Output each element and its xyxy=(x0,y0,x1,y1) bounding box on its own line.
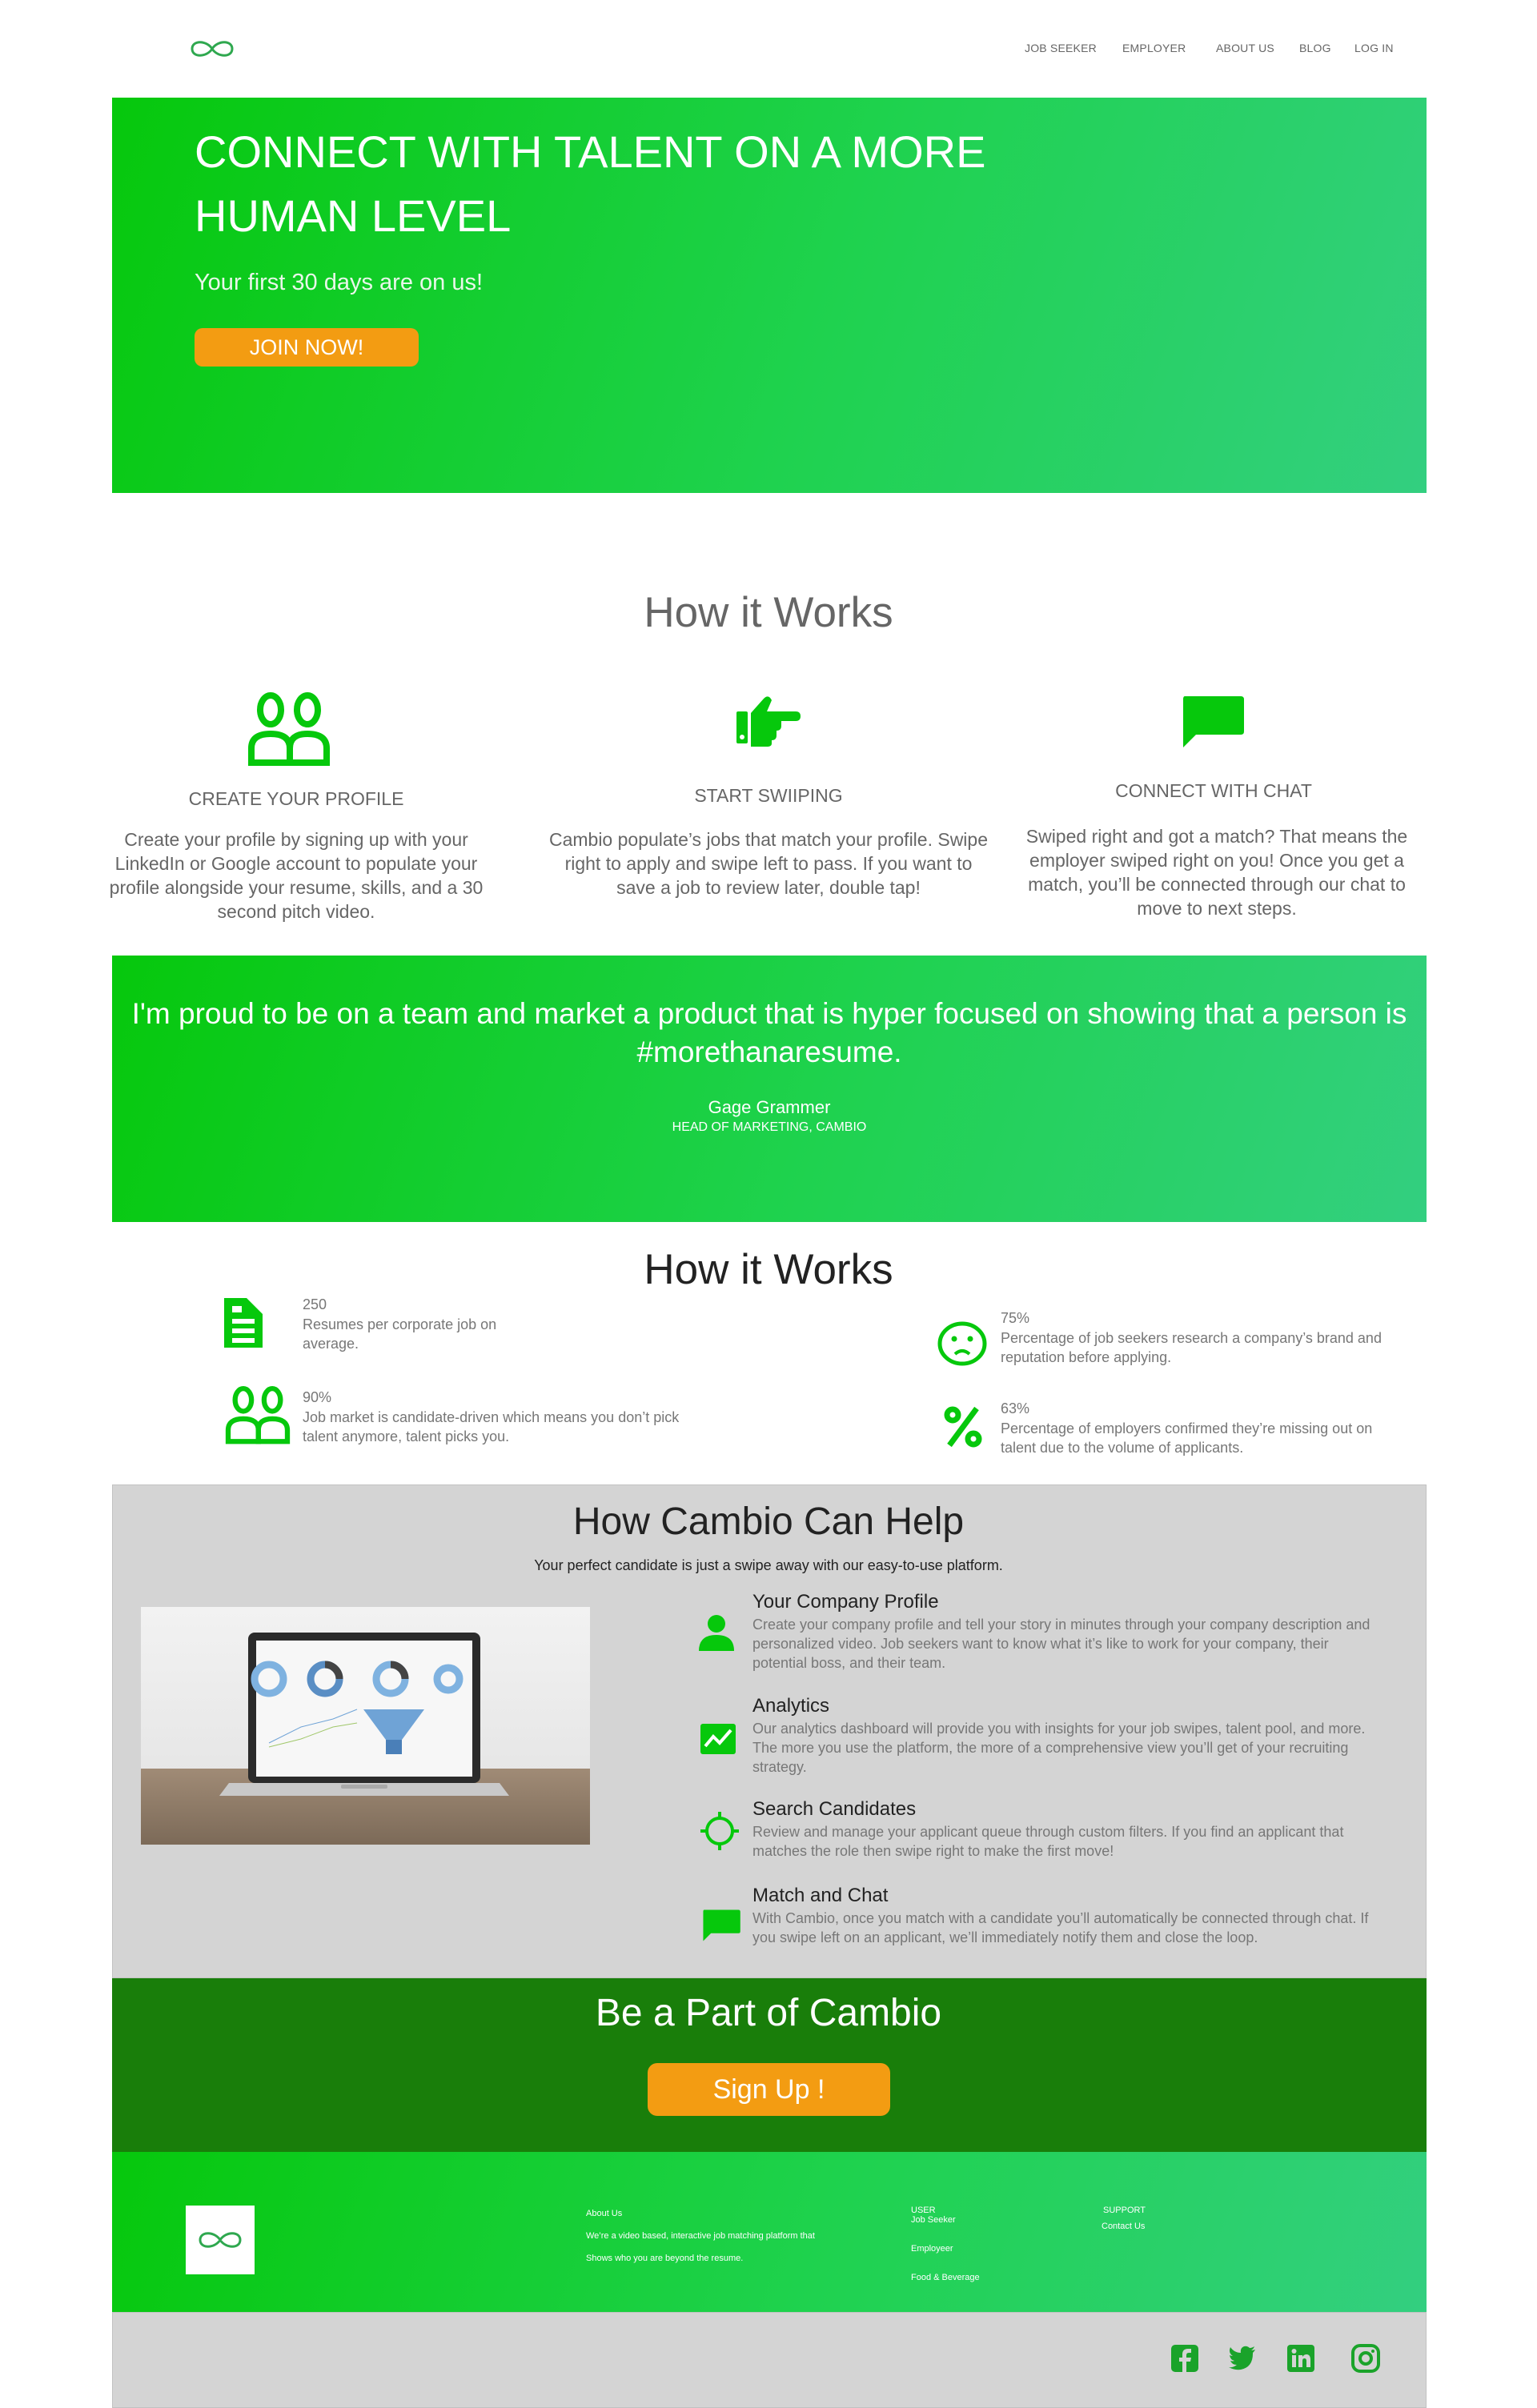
cta-title: Be a Part of Cambio xyxy=(595,1992,942,2034)
nav-about-us[interactable]: ABOUT US xyxy=(1216,42,1274,54)
stat-description: Resumes per corporate job on average. xyxy=(303,1316,497,1352)
chat-bubble-icon xyxy=(1183,696,1244,747)
infinity-logo-icon xyxy=(199,2232,242,2248)
nav-job-seeker[interactable]: JOB SEEKER xyxy=(1025,42,1097,54)
step-description: Cambio populate’s jobs that match your p… xyxy=(548,829,989,898)
step-description: Swiped right and got a match? That means… xyxy=(1025,826,1408,919)
feature-description: Our analytics dashboard will provide you… xyxy=(752,1721,1366,1775)
feature-description: Create your company profile and tell you… xyxy=(752,1617,1370,1671)
hero-subtitle: Your first 30 days are on us! xyxy=(195,270,484,295)
help-title: How Cambio Can Help xyxy=(572,1500,965,1543)
feature-title: Search Candidates xyxy=(752,1798,917,1820)
footer-link-food-beverage[interactable]: Food & Beverage xyxy=(911,2273,980,2282)
stat-value: 90% xyxy=(303,1389,332,1405)
hero-title: CONNECT WITH TALENT ON A MORE HUMAN LEVE… xyxy=(195,126,986,241)
instagram-icon[interactable] xyxy=(1351,2344,1380,2373)
step-title: START SWIIPING xyxy=(694,785,843,806)
crosshair-icon xyxy=(700,1812,739,1850)
laptop-dashboard-image xyxy=(141,1607,590,1845)
stat-value: 75% xyxy=(1001,1310,1030,1326)
step-description: Create your profile by signing up with y… xyxy=(109,829,484,922)
stat-value: 63% xyxy=(1001,1400,1030,1416)
footer-link-contact-us[interactable]: Contact Us xyxy=(1102,2222,1145,2231)
people-icon xyxy=(225,1386,291,1444)
help-subtitle: Your perfect candidate is just a swipe a… xyxy=(534,1557,1003,1573)
document-icon xyxy=(224,1298,263,1348)
facebook-icon[interactable] xyxy=(1170,2344,1199,2373)
feature-title: Analytics xyxy=(752,1695,830,1717)
feature-description: Review and manage your applicant queue t… xyxy=(752,1824,1344,1859)
feature-title: Your Company Profile xyxy=(752,1591,939,1613)
feature-description: With Cambio, once you match with a candi… xyxy=(752,1910,1369,1945)
footer-user-title: USER xyxy=(911,2206,936,2215)
footer-about-text: We’re a video based, interactive job mat… xyxy=(586,2231,815,2241)
step-title: CREATE YOUR PROFILE xyxy=(188,788,404,809)
testimonial-quote: I'm proud to be on a team and market a p… xyxy=(131,997,1407,1068)
footer-link-job-seeker[interactable]: Job Seeker xyxy=(911,2215,956,2225)
stats-title: How it Works xyxy=(644,1246,893,1293)
analytics-icon xyxy=(700,1724,736,1754)
feature-title: Match and Chat xyxy=(752,1885,889,1906)
sad-face-icon xyxy=(937,1321,987,1366)
footer-link-employeer[interactable]: Employeer xyxy=(911,2244,953,2254)
people-icon xyxy=(248,692,330,766)
pointing-hand-icon xyxy=(736,696,801,747)
nav-employer[interactable]: EMPLOYER xyxy=(1122,42,1186,54)
infinity-logo-icon[interactable] xyxy=(189,37,235,61)
stat-value: 250 xyxy=(303,1296,327,1312)
percent-icon xyxy=(944,1406,982,1448)
person-icon xyxy=(699,1615,734,1651)
step-title: CONNECT WITH CHAT xyxy=(1115,780,1312,801)
footer-about-title[interactable]: About Us xyxy=(586,2209,622,2218)
nav-log-in[interactable]: LOG IN xyxy=(1354,42,1394,54)
twitter-icon[interactable] xyxy=(1228,2344,1257,2373)
nav-blog[interactable]: BLOG xyxy=(1299,42,1331,54)
stat-description: Percentage of employers confirmed they’r… xyxy=(1001,1420,1373,1456)
footer-support-title: SUPPORT xyxy=(1103,2206,1146,2215)
footer-logo[interactable] xyxy=(186,2206,255,2274)
chat-bubble-icon xyxy=(703,1909,740,1941)
sign-up-button[interactable]: Sign Up ! xyxy=(648,2063,890,2116)
how-it-works-title: How it Works xyxy=(644,589,893,636)
join-now-button[interactable]: JOIN NOW! xyxy=(195,328,419,367)
testimonial-role: HEAD OF MARKETING, CAMBIO xyxy=(672,1120,867,1134)
testimonial-author: Gage Grammer xyxy=(708,1097,831,1117)
stat-description: Percentage of job seekers research a com… xyxy=(1001,1330,1382,1365)
linkedin-icon[interactable] xyxy=(1286,2344,1315,2373)
footer-about-text: Shows who you are beyond the resume. xyxy=(586,2254,744,2263)
stat-description: Job market is candidate-driven which mea… xyxy=(303,1409,680,1444)
